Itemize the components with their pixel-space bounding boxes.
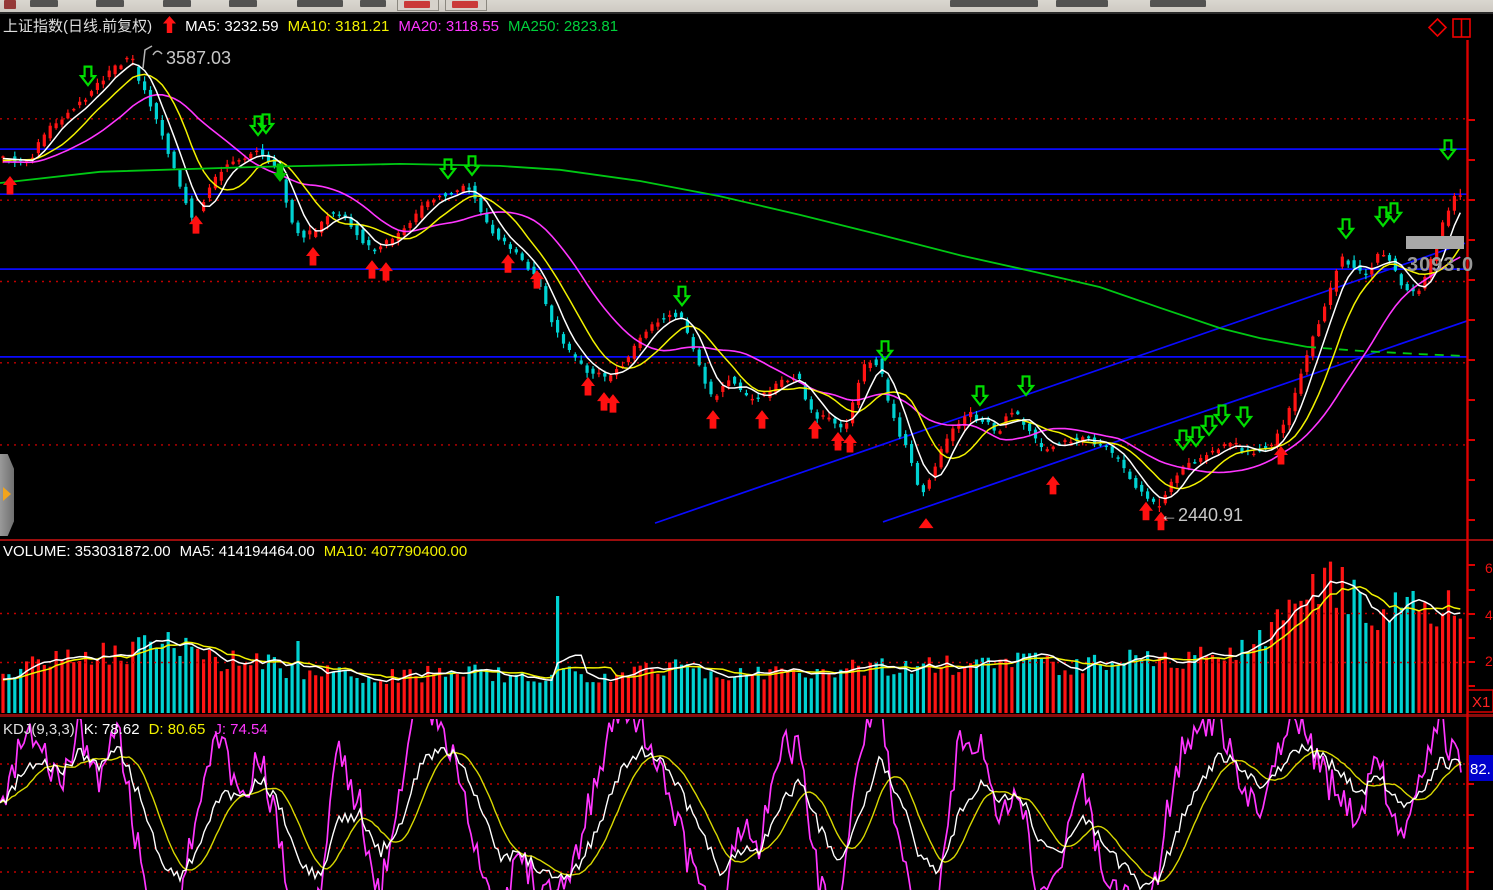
chart-title: 上证指数(日线.前复权): [3, 18, 152, 35]
trough-label: ←2440.91: [1160, 505, 1243, 525]
trading-app-window: 3587.03 ←2440.91 3093.0 6 4 2 X1 82.: [0, 0, 1493, 890]
up-arrow-icon: [163, 16, 176, 37]
volume-value: VOLUME: 353031872.00: [3, 543, 171, 560]
volume-pane-header: VOLUME: 353031872.00 MA5: 414194464.00 MA1…: [3, 543, 476, 560]
vol-axis-digit: 2: [1485, 653, 1493, 669]
peak-label: 3587.03: [166, 48, 231, 68]
price-pane-header: 上证指数(日线.前复权) MA5: 3232.59 MA10: 3181.21 MA2…: [3, 15, 627, 37]
svg-text:X1: X1: [1472, 694, 1490, 711]
kdj-d-value: D: 80.65: [149, 721, 206, 738]
volume-multiplier-badge[interactable]: X1: [1468, 690, 1493, 712]
kdj-j-value: J: 74.54: [214, 721, 267, 738]
vol-axis-digit: 6: [1485, 560, 1493, 576]
kdj-title: KDJ(9,3,3): [3, 721, 75, 738]
chart-canvas[interactable]: 3587.03 ←2440.91 3093.0 6 4 2 X1 82.: [0, 0, 1493, 890]
expand-arrow-icon: [3, 487, 11, 501]
vol-axis-digit: 4: [1485, 607, 1493, 623]
svg-text:82.: 82.: [1470, 761, 1491, 778]
peak-annotation: 3587.03: [143, 46, 231, 68]
price-tag-value: 3093.0: [1407, 254, 1474, 276]
kdj-pane-header: KDJ(9,3,3) K: 78.62 D: 80.65 J: 74.54: [3, 721, 277, 738]
diamond-icon[interactable]: [1429, 19, 1446, 36]
vol-ma5-value: MA5: 414194464.00: [180, 543, 315, 560]
kdj-value-badge: 82.: [1469, 755, 1493, 781]
ma250-value: MA250: 2823.81: [508, 18, 618, 35]
kdj-k-value: K: 78.62: [84, 721, 140, 738]
price-tag: 3093.0: [1406, 236, 1474, 276]
pane-separator[interactable]: [0, 539, 1493, 541]
volume-pane: [0, 562, 1467, 713]
pane-separator[interactable]: [0, 714, 1493, 717]
ma20-value: MA20: 3118.55: [398, 18, 499, 35]
vol-ma10-value: MA10: 407790400.00: [324, 543, 467, 560]
restore-window-icon[interactable]: [1453, 19, 1470, 37]
ma5-value: MA5: 3232.59: [185, 18, 278, 35]
ma10-value: MA10: 3181.21: [288, 18, 390, 35]
panel-expand-handle[interactable]: [0, 454, 14, 536]
price-pane: [0, 55, 1467, 530]
